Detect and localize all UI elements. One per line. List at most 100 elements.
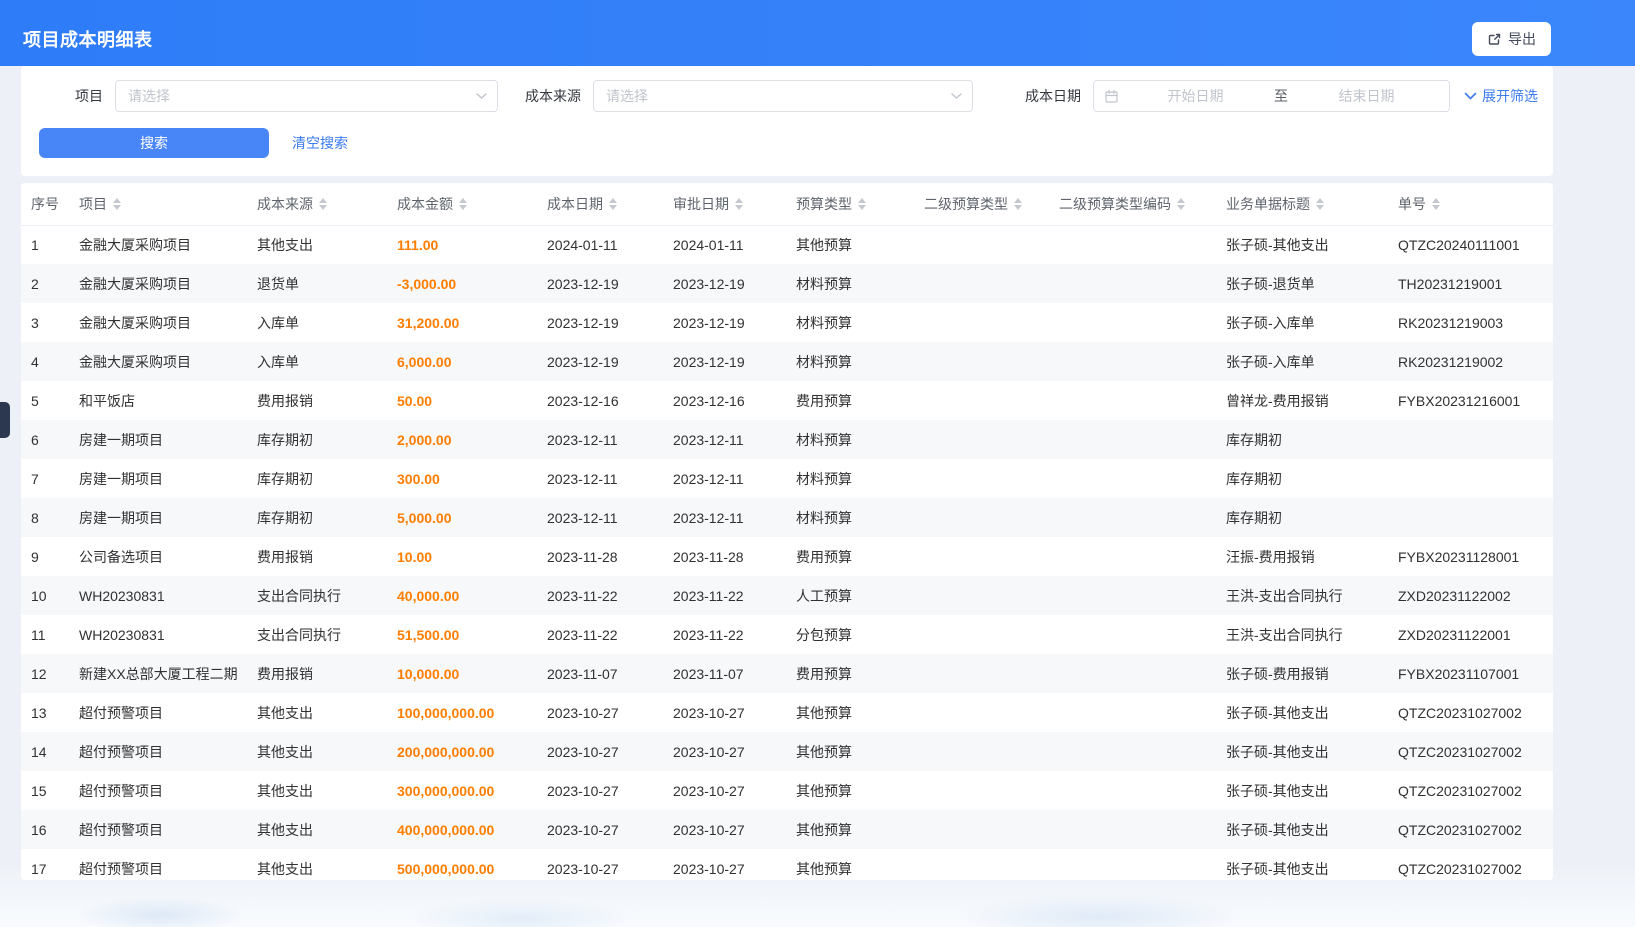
cell-project: WH20230831 <box>69 576 247 615</box>
table-row: 15超付预警项目其他支出300,000,000.002023-10-272023… <box>21 771 1553 810</box>
cell-doc-number: RK20231219003 <box>1388 303 1553 342</box>
sort-desc-icon[interactable] <box>735 205 743 210</box>
project-select[interactable]: 请选择 <box>115 80 498 112</box>
table-row: 5和平饭店费用报销50.002023-12-162023-12-16费用预算曾祥… <box>21 381 1553 420</box>
sort-desc-icon[interactable] <box>319 205 327 210</box>
sort-caret-icons[interactable] <box>459 198 467 210</box>
cell-sub-budget-code <box>1049 342 1216 381</box>
sort-caret-icons[interactable] <box>858 198 866 210</box>
sort-asc-icon[interactable] <box>113 198 121 203</box>
column-label: 序号 <box>31 194 59 214</box>
cell-doc-title: 曾祥龙-费用报销 <box>1216 381 1388 420</box>
date-range-separator: 至 <box>1268 86 1294 106</box>
cell-budget-type: 费用预算 <box>786 381 914 420</box>
column-header-sub-budget-type[interactable]: 二级预算类型 <box>914 183 1049 225</box>
column-header-project[interactable]: 项目 <box>69 183 247 225</box>
cell-budget-type: 材料预算 <box>786 264 914 303</box>
sort-asc-icon[interactable] <box>735 198 743 203</box>
sort-desc-icon[interactable] <box>858 205 866 210</box>
cell-doc-title: 张子硕-其他支出 <box>1216 225 1388 264</box>
cell-sub-budget-type <box>914 342 1049 381</box>
table-row: 16超付预警项目其他支出400,000,000.002023-10-272023… <box>21 810 1553 849</box>
column-header-cost-amount[interactable]: 成本金额 <box>387 183 537 225</box>
project-filter-label: 项目 <box>75 86 103 106</box>
sort-caret-icons[interactable] <box>609 198 617 210</box>
cell-cost-date: 2023-12-11 <box>537 420 663 459</box>
cell-doc-title: 张子硕-入库单 <box>1216 303 1388 342</box>
cell-index: 1 <box>21 225 69 264</box>
column-header-cost-date[interactable]: 成本日期 <box>537 183 663 225</box>
cell-budget-type: 费用预算 <box>786 537 914 576</box>
sort-asc-icon[interactable] <box>1177 198 1185 203</box>
cost-date-range-picker[interactable]: 至 <box>1093 80 1450 112</box>
cell-cost-source: 支出合同执行 <box>247 615 387 654</box>
column-header-doc-title[interactable]: 业务单据标题 <box>1216 183 1388 225</box>
cell-index: 16 <box>21 810 69 849</box>
cell-doc-title: 王洪-支出合同执行 <box>1216 576 1388 615</box>
export-button[interactable]: 导出 <box>1472 22 1551 56</box>
sort-asc-icon[interactable] <box>319 198 327 203</box>
column-label: 成本来源 <box>257 194 313 214</box>
column-header-sub-budget-code[interactable]: 二级预算类型编码 <box>1049 183 1216 225</box>
cell-project: 房建一期项目 <box>69 459 247 498</box>
cell-sub-budget-type <box>914 420 1049 459</box>
chevron-down-icon <box>476 93 487 99</box>
sort-asc-icon[interactable] <box>1014 198 1022 203</box>
sort-asc-icon[interactable] <box>609 198 617 203</box>
sort-asc-icon[interactable] <box>459 198 467 203</box>
cost-source-select[interactable]: 请选择 <box>593 80 973 112</box>
cell-sub-budget-type <box>914 654 1049 693</box>
cell-project: 金融大厦采购项目 <box>69 225 247 264</box>
cell-approval-date: 2023-10-27 <box>663 771 786 810</box>
sort-desc-icon[interactable] <box>1177 205 1185 210</box>
cell-approval-date: 2024-01-11 <box>663 225 786 264</box>
column-header-budget-type[interactable]: 预算类型 <box>786 183 914 225</box>
cell-sub-budget-type <box>914 225 1049 264</box>
sort-asc-icon[interactable] <box>1316 198 1324 203</box>
sidebar-collapse-handle[interactable] <box>0 402 10 438</box>
column-label: 业务单据标题 <box>1226 194 1310 214</box>
sort-desc-icon[interactable] <box>459 205 467 210</box>
cell-cost-date: 2023-12-11 <box>537 459 663 498</box>
cell-cost-amount: 100,000,000.00 <box>387 693 537 732</box>
cell-cost-date: 2023-12-19 <box>537 264 663 303</box>
cell-cost-source: 入库单 <box>247 342 387 381</box>
cell-doc-number: RK20231219002 <box>1388 342 1553 381</box>
cell-cost-amount: 300,000,000.00 <box>387 771 537 810</box>
clear-search-link[interactable]: 清空搜索 <box>292 133 348 153</box>
sort-asc-icon[interactable] <box>858 198 866 203</box>
sort-caret-icons[interactable] <box>1432 198 1440 210</box>
cell-project: 和平饭店 <box>69 381 247 420</box>
sort-desc-icon[interactable] <box>113 205 121 210</box>
calendar-icon <box>1104 89 1119 104</box>
column-header-cost-source[interactable]: 成本来源 <box>247 183 387 225</box>
sort-desc-icon[interactable] <box>609 205 617 210</box>
cell-doc-title: 张子硕-其他支出 <box>1216 693 1388 732</box>
sort-asc-icon[interactable] <box>1432 198 1440 203</box>
sort-caret-icons[interactable] <box>113 198 121 210</box>
sort-caret-icons[interactable] <box>319 198 327 210</box>
sort-desc-icon[interactable] <box>1432 205 1440 210</box>
expand-filters-link[interactable]: 展开筛选 <box>1464 86 1538 106</box>
search-button[interactable]: 搜索 <box>39 128 269 158</box>
cell-cost-date: 2023-10-27 <box>537 771 663 810</box>
column-label: 成本日期 <box>547 194 603 214</box>
sort-caret-icons[interactable] <box>1014 198 1022 210</box>
cell-cost-amount: 10,000.00 <box>387 654 537 693</box>
end-date-input[interactable] <box>1294 88 1439 104</box>
sort-caret-icons[interactable] <box>1316 198 1324 210</box>
column-header-approval-date[interactable]: 审批日期 <box>663 183 786 225</box>
start-date-input[interactable] <box>1123 88 1268 104</box>
cell-budget-type: 其他预算 <box>786 225 914 264</box>
cell-index: 6 <box>21 420 69 459</box>
cell-index: 17 <box>21 849 69 880</box>
cell-approval-date: 2023-12-19 <box>663 342 786 381</box>
sort-caret-icons[interactable] <box>1177 198 1185 210</box>
column-header-doc-number[interactable]: 单号 <box>1388 183 1553 225</box>
expand-filters-label: 展开筛选 <box>1482 86 1538 106</box>
sort-desc-icon[interactable] <box>1014 205 1022 210</box>
sort-caret-icons[interactable] <box>735 198 743 210</box>
sort-desc-icon[interactable] <box>1316 205 1324 210</box>
cell-approval-date: 2023-12-19 <box>663 303 786 342</box>
cell-approval-date: 2023-12-19 <box>663 264 786 303</box>
